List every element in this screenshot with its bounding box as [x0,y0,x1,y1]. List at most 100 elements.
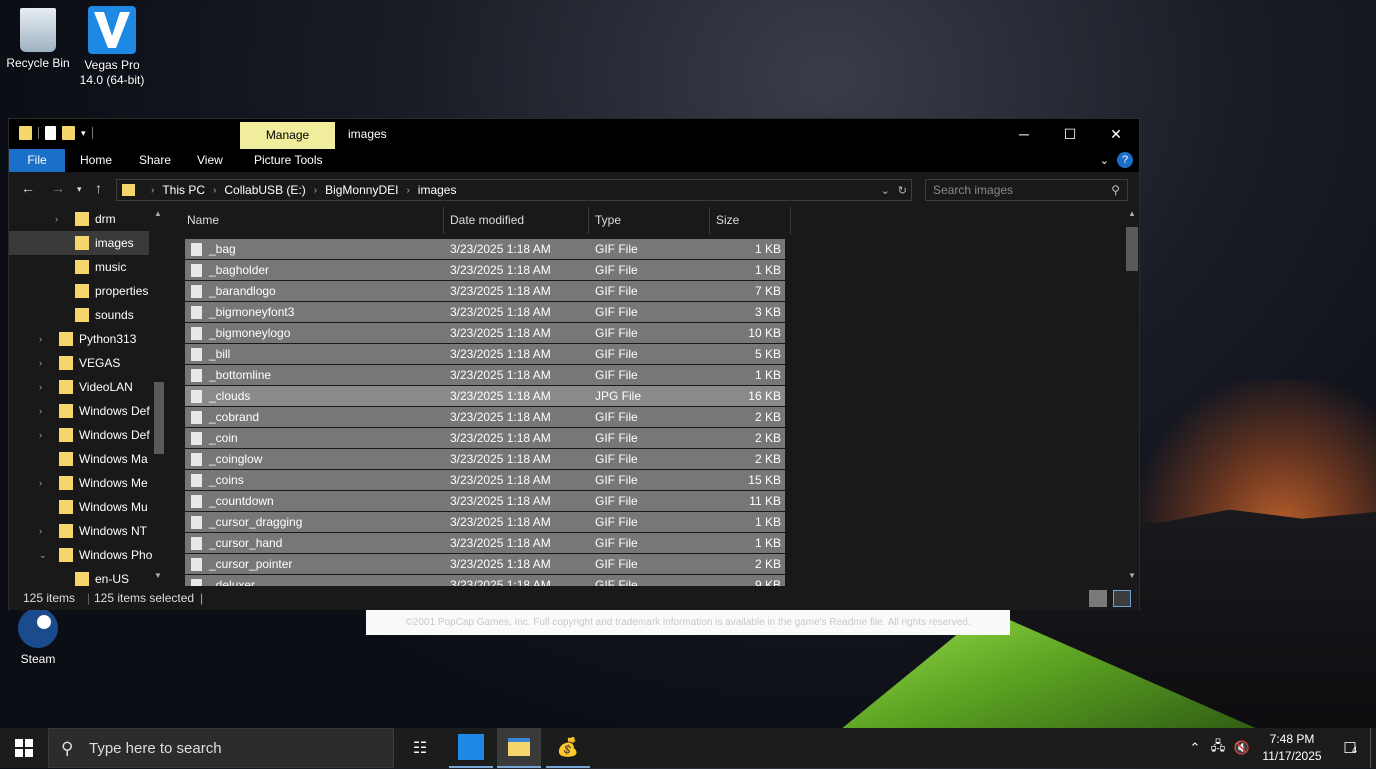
breadcrumb-this-pc[interactable]: This PC [162,183,205,197]
tab-home[interactable]: Home [80,149,112,172]
taskbar-vegas-pro[interactable] [449,728,493,768]
breadcrumb-images[interactable]: images [418,183,457,197]
up-arrow-icon[interactable]: ↑ [95,180,102,196]
chevron-down-icon[interactable]: ⌄ [39,543,47,567]
recent-locations-icon[interactable]: ▾ [77,184,82,195]
tree-item[interactable]: › VEGAS [9,351,149,375]
navigation-scrollbar[interactable]: ▲ ▼ [151,207,167,586]
scrollbar-thumb[interactable] [1126,227,1138,271]
tree-item[interactable]: music [9,255,149,279]
file-row[interactable]: _cobrand 3/23/2025 1:18 AM GIF File 2 KB [185,407,785,428]
back-arrow-icon[interactable]: ← [21,180,35,196]
tree-item[interactable]: en-US [9,567,149,586]
chevron-right-icon[interactable]: › [39,423,42,447]
help-icon[interactable]: ? [1117,152,1133,168]
tree-item[interactable]: images [9,231,149,255]
tree-item[interactable]: Windows Mu [9,495,149,519]
column-divider[interactable] [588,207,589,234]
taskbar-big-money[interactable]: 💰 [546,728,590,768]
column-header-type[interactable]: Type [595,207,621,234]
tree-item[interactable]: sounds [9,303,149,327]
manage-tab[interactable]: Manage [240,122,335,149]
scroll-up-icon[interactable]: ▲ [1128,209,1136,218]
chevron-right-icon[interactable]: › [39,351,42,375]
file-row[interactable]: _barandlogo 3/23/2025 1:18 AM GIF File 7 KB [185,281,785,302]
column-header-size[interactable]: Size [716,207,739,234]
clock[interactable]: 7:48 PM 11/17/2025 [1254,731,1330,765]
tree-item[interactable]: Windows Ma [9,447,149,471]
tree-item[interactable]: › Windows NT [9,519,149,543]
file-row[interactable]: _coins 3/23/2025 1:18 AM GIF File 15 KB [185,470,785,491]
minimize-icon[interactable]: ─ [1001,119,1047,149]
tree-item[interactable]: › Windows Me [9,471,149,495]
file-row[interactable]: _bigmoneylogo 3/23/2025 1:18 AM GIF File 10… [185,323,785,344]
show-hidden-icons-icon[interactable]: ⌃ [1184,740,1206,756]
desktop-icon-recycle-bin[interactable]: Recycle Bin [0,8,76,70]
file-list-scrollbar[interactable]: ▲ ▼ [1124,207,1140,586]
tree-item[interactable]: › Windows Def [9,423,150,447]
search-input[interactable]: Search images ⚲ [925,179,1128,201]
tab-file[interactable]: File [9,149,65,172]
task-view-button[interactable]: ☷ [398,728,442,768]
file-row[interactable]: _cursor_hand 3/23/2025 1:18 AM GIF File 1 K… [185,533,785,554]
chevron-right-icon[interactable]: › [406,185,409,196]
chevron-right-icon[interactable]: › [39,471,42,495]
chevron-right-icon[interactable]: › [39,375,42,399]
expand-ribbon-icon[interactable]: ⌄ [1100,154,1109,167]
scroll-down-icon[interactable]: ▼ [154,571,162,580]
tree-item[interactable]: › Python313 [9,327,149,351]
chevron-right-icon[interactable]: › [314,185,317,196]
chevron-right-icon[interactable]: › [55,207,58,231]
show-desktop-button[interactable] [1370,728,1376,768]
desktop-icon-steam[interactable]: Steam [0,608,76,666]
refresh-icon[interactable]: ↻ [898,184,907,197]
desktop-icon-vegas-pro[interactable]: Vegas Pro 14.0 (64-bit) [74,6,150,88]
properties-icon[interactable] [45,126,56,140]
file-row[interactable]: _deluxer 3/23/2025 1:18 AM GIF File 9 KB [185,575,785,586]
address-bar[interactable]: › This PC › CollabUSB (E:) › BigMonnyDEI… [116,179,912,201]
column-header-date[interactable]: Date modified [450,207,524,234]
chevron-right-icon[interactable]: › [39,327,42,351]
action-center-icon[interactable]: ☐ 4 [1330,739,1370,757]
tab-view[interactable]: View [197,149,223,172]
tree-item[interactable]: ⌄ Windows Pho [9,543,152,567]
scroll-up-icon[interactable]: ▲ [154,209,162,218]
breadcrumb-bigmonnydei[interactable]: BigMonnyDEI [325,183,398,197]
column-divider[interactable] [790,207,791,234]
file-row[interactable]: _countdown 3/23/2025 1:18 AM GIF File 11 KB [185,491,785,512]
file-row[interactable]: _bigmoneyfont3 3/23/2025 1:18 AM GIF File 3… [185,302,785,323]
network-icon[interactable]: 🖧 [1206,737,1230,759]
details-view-icon[interactable] [1089,590,1107,607]
column-divider[interactable] [443,207,444,234]
file-row[interactable]: _clouds 3/23/2025 1:18 AM JPG File 16 KB [185,386,785,407]
customize-dropdown-icon[interactable]: ▾ [81,128,86,139]
close-icon[interactable]: ✕ [1093,119,1139,149]
chevron-right-icon[interactable]: › [39,519,42,543]
tree-item[interactable]: properties [9,279,149,303]
breadcrumb-drive[interactable]: CollabUSB (E:) [224,183,305,197]
start-button[interactable] [0,728,48,768]
file-row[interactable]: _bagholder 3/23/2025 1:18 AM GIF File 1 KB [185,260,785,281]
tree-item[interactable]: › drm [9,207,149,231]
column-divider[interactable] [709,207,710,234]
file-row[interactable]: _bottomline 3/23/2025 1:18 AM GIF File 1 KB [185,365,785,386]
file-row[interactable]: _bill 3/23/2025 1:18 AM GIF File 5 KB [185,344,785,365]
tree-item[interactable]: › Windows Def [9,399,150,423]
volume-muted-icon[interactable]: 🔇 [1230,740,1254,756]
large-icons-view-icon[interactable] [1113,590,1131,607]
chevron-right-icon[interactable]: › [151,185,154,196]
new-folder-icon[interactable] [62,126,75,140]
tree-item[interactable]: › VideoLAN [9,375,149,399]
taskbar-file-explorer[interactable] [497,728,541,768]
file-row[interactable]: _coinglow 3/23/2025 1:18 AM GIF File 2 KB [185,449,785,470]
file-row[interactable]: _coin 3/23/2025 1:18 AM GIF File 2 KB [185,428,785,449]
column-header-name[interactable]: Name [187,207,219,234]
tab-picture-tools[interactable]: Picture Tools [254,149,322,172]
taskbar-search-input[interactable]: ⚲ Type here to search [48,728,394,768]
scrollbar-thumb[interactable] [154,382,164,454]
file-row[interactable]: _cursor_pointer 3/23/2025 1:18 AM GIF File… [185,554,785,575]
scroll-down-icon[interactable]: ▼ [1128,571,1136,580]
file-row[interactable]: _cursor_dragging 3/23/2025 1:18 AM GIF Fil… [185,512,785,533]
file-row[interactable]: _bag 3/23/2025 1:18 AM GIF File 1 KB [185,239,785,260]
forward-arrow-icon[interactable]: → [51,180,65,196]
